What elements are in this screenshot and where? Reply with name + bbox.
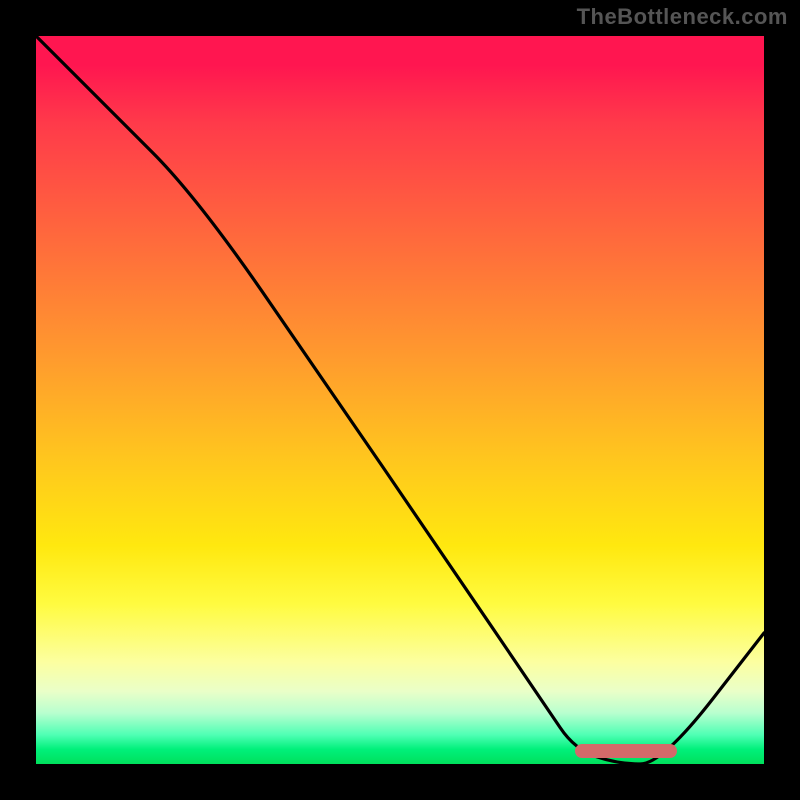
- bottleneck-curve: [36, 36, 764, 764]
- chart-frame: TheBottleneck.com: [0, 0, 800, 800]
- optimal-range-bar: [575, 744, 677, 758]
- plot-area: [36, 36, 764, 764]
- watermark-text: TheBottleneck.com: [577, 4, 788, 30]
